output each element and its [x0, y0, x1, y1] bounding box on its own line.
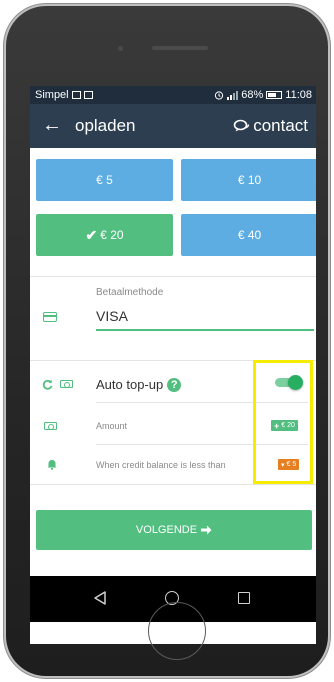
refresh-icon [42, 379, 53, 390]
phone-screen: Simpel 68% 11:08 ← opladen contact € 5 €… [30, 86, 316, 644]
chat-icon [233, 119, 250, 132]
amount-option-40[interactable]: € 40 [181, 214, 316, 256]
arrow-right-icon [201, 525, 212, 535]
next-button[interactable]: VOLGENDE [36, 510, 312, 550]
physical-home-button[interactable] [148, 602, 206, 660]
amount-option-5[interactable]: € 5 [36, 159, 173, 201]
amount-options: € 5 € 10 ✔ € 20 € 40 [36, 159, 316, 256]
question-icon[interactable]: ? [167, 377, 182, 392]
contact-label: contact [253, 116, 308, 135]
auto-topup-text: Auto top-up [96, 377, 164, 392]
payment-method-underline [96, 329, 314, 331]
amount-option-10[interactable]: € 10 [181, 159, 316, 201]
amount-label: Amount [96, 421, 128, 431]
payment-method-field[interactable]: VISA [96, 308, 128, 324]
mail-icon [83, 91, 93, 99]
phone-frame: Simpel 68% 11:08 ← opladen contact € 5 €… [6, 6, 328, 676]
back-arrow-icon[interactable]: ← [42, 115, 62, 135]
amount-label: € 5 [96, 173, 113, 187]
front-camera [118, 46, 123, 51]
divider [30, 484, 316, 485]
clock: 11:08 [285, 89, 312, 101]
money-icon [44, 422, 57, 430]
nav-recent-apps-icon[interactable] [238, 592, 250, 604]
app-header: ← opladen contact [30, 104, 316, 148]
bell-icon [47, 460, 57, 470]
auto-topup-label: Auto top-up ? [96, 377, 182, 392]
contact-button[interactable]: contact [233, 116, 308, 136]
alarm-icon [215, 91, 224, 100]
amount-label: € 10 [237, 173, 262, 187]
notification-icon [71, 91, 81, 99]
amount-label: € 40 [237, 228, 262, 242]
carrier-name: Simpel [35, 89, 69, 101]
signal-icon [227, 91, 239, 100]
divider [30, 276, 316, 277]
payment-method-label: Betaalmethode [96, 287, 164, 298]
battery-icon [266, 91, 283, 99]
check-icon: ✔ [85, 226, 98, 243]
earpiece-speaker [152, 46, 208, 50]
amount-option-20[interactable]: ✔ € 20 [36, 214, 173, 256]
money-icon [60, 380, 73, 388]
highlight-box [253, 360, 313, 484]
credit-card-icon [43, 312, 57, 322]
amount-label: € 20 [100, 228, 124, 242]
page-title: opladen [75, 116, 136, 135]
next-button-label: VOLGENDE [135, 524, 198, 536]
nav-back-icon[interactable] [92, 590, 108, 606]
status-bar: Simpel 68% 11:08 [30, 86, 316, 104]
battery-percentage: 68% [241, 89, 264, 101]
threshold-label: When credit balance is less than [96, 460, 226, 470]
